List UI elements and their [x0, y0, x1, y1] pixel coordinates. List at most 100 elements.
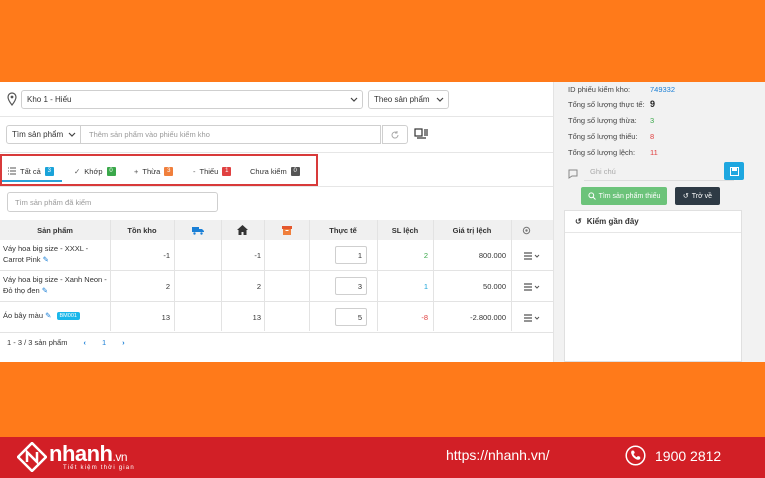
back-label: Trở về: [691, 192, 713, 200]
mode-select-value: Theo sản phẩm: [374, 95, 430, 104]
header-shipping: [174, 220, 221, 240]
brand-logo-text: nhanh.vn: [49, 441, 127, 467]
header-settings[interactable]: [511, 220, 541, 240]
diff-amount: -2.800.000: [470, 313, 506, 322]
diff-value: 1: [423, 282, 428, 291]
search-type-value: Tìm sản phẩm: [12, 130, 64, 139]
list-icon: [8, 167, 16, 175]
gear-icon: [522, 226, 530, 234]
barcode-scan-icon[interactable]: [414, 127, 428, 141]
menu-dropdown-icon[interactable]: [524, 282, 540, 292]
chevron-down-icon: [68, 132, 76, 137]
history-icon: ↺: [575, 217, 582, 226]
header-product: Sản phẩm: [37, 225, 73, 235]
header-store: [221, 220, 264, 240]
save-button[interactable]: [724, 162, 744, 180]
diff-value: 2: [423, 251, 428, 260]
note-input[interactable]: Ghi chú: [590, 167, 616, 176]
warehouse-select-value: Kho 1 - Hiếu: [27, 95, 72, 104]
brand-tagline: Tiết kiệm thời gian: [63, 465, 135, 471]
header-stock: Tồn kho: [127, 225, 157, 235]
minus-icon: -: [193, 166, 196, 176]
diff-amount: 800.000: [478, 251, 506, 260]
product-name[interactable]: Áo bây màu ✎ BM001: [3, 311, 108, 321]
tab-missing-count: 1: [222, 166, 232, 176]
search-type-select[interactable]: Tìm sản phẩm: [6, 125, 81, 144]
header-box: [264, 220, 309, 240]
store-value: -1: [254, 251, 261, 260]
tab-surplus[interactable]: + Thừa 3: [134, 164, 174, 178]
diff-value: -8: [421, 313, 428, 322]
actual-qty-input[interactable]: 1: [335, 246, 367, 264]
tab-unchecked[interactable]: Chưa kiểm 0: [250, 164, 300, 178]
page-number-button[interactable]: 1: [102, 338, 106, 347]
mode-select[interactable]: Theo sản phẩm: [368, 90, 449, 109]
product-name[interactable]: Váy hoa big size - XXXL - Carrot Pink ✎: [3, 243, 108, 265]
actual-qty-input[interactable]: 3: [335, 277, 367, 295]
back-button[interactable]: ↺ Trở về: [675, 187, 720, 205]
header-value: Giá trị lệch: [452, 225, 492, 235]
pencil-icon[interactable]: ✎: [43, 255, 49, 264]
nhanh-logo-icon: [17, 442, 47, 472]
tab-all[interactable]: Tất cả 3: [8, 164, 54, 178]
pagination-summary: 1 - 3 / 3 sản phẩm: [7, 338, 68, 347]
warehouse-select[interactable]: Kho 1 - Hiếu: [21, 90, 363, 109]
tab-matched-label: Khớp: [84, 166, 103, 176]
app-screen: Kho 1 - Hiếu Theo sản phẩm Tìm sản phẩm …: [0, 82, 765, 362]
checked-search-placeholder: Tìm sản phẩm đã kiểm: [15, 197, 92, 207]
divider: [0, 152, 553, 153]
hotline-number[interactable]: 1900 2812: [655, 448, 721, 464]
menu-dropdown-icon[interactable]: [524, 313, 540, 323]
summary-panel: ID phiếu kiểm kho: 749332 Tổng số lượng …: [553, 82, 765, 362]
active-tab-indicator: [2, 180, 62, 182]
stock-value: -1: [163, 251, 170, 260]
table-row: Áo bây màu ✎ BM001 13 13 5 -8 -2.800.000: [0, 302, 553, 333]
stat-id-value[interactable]: 749332: [650, 85, 675, 94]
tab-missing[interactable]: - Thiếu 1: [193, 164, 232, 178]
tab-unchecked-label: Chưa kiểm: [250, 166, 287, 176]
stock-value: 13: [161, 313, 170, 322]
tab-surplus-count: 3: [164, 166, 174, 176]
table-row: Váy hoa big size - Xanh Neon - Đỏ thọ đe…: [0, 271, 553, 302]
refresh-button[interactable]: [382, 125, 408, 144]
checked-product-search-input[interactable]: Tìm sản phẩm đã kiểm: [7, 192, 218, 212]
product-name[interactable]: Váy hoa big size - Xanh Neon - Đỏ thọ đe…: [3, 274, 108, 296]
table-header: Sản phẩm Tồn kho Thực tế SL lệch Giá trị…: [0, 220, 553, 240]
inventory-check-panel: Kho 1 - Hiếu Theo sản phẩm Tìm sản phẩm …: [0, 82, 553, 362]
stat-missing-label: Tổng số lượng thiếu:: [568, 132, 638, 141]
note-icon: [568, 169, 578, 179]
pencil-icon[interactable]: ✎: [42, 286, 48, 295]
diff-amount: 50.000: [483, 282, 506, 291]
website-link[interactable]: https://nhanh.vn/: [446, 447, 550, 463]
stat-actual-label: Tổng số lượng thực tế:: [568, 100, 645, 109]
chevron-down-icon: [350, 97, 358, 102]
undo-icon: ↺: [682, 193, 689, 200]
next-page-button[interactable]: ›: [122, 338, 125, 347]
box-icon: [281, 225, 292, 235]
home-icon: [237, 225, 248, 235]
find-missing-label: Tìm sản phẩm thiếu: [598, 192, 661, 200]
brand-name: nhanh: [49, 441, 113, 466]
tab-all-count: 3: [44, 166, 54, 176]
tab-matched[interactable]: ✓ Khớp 0: [74, 164, 116, 178]
pencil-icon[interactable]: ✎: [45, 311, 51, 320]
divider: [0, 116, 553, 117]
truck-icon: [191, 226, 204, 235]
actual-qty-input[interactable]: 5: [335, 308, 367, 326]
tab-matched-count: 0: [106, 166, 116, 176]
footer-bar: nhanh.vn Tiết kiệm thời gian https://nha…: [0, 437, 765, 478]
sku-badge: BM001: [56, 312, 80, 321]
search-icon: [587, 192, 596, 200]
bottom-banner: [0, 362, 765, 437]
find-missing-button[interactable]: Tìm sản phẩm thiếu: [581, 187, 667, 205]
stat-diff-label: Tổng số lượng lệch:: [568, 148, 636, 157]
recent-checks-panel: ↺ Kiểm gần đây: [564, 210, 742, 362]
table-row: Váy hoa big size - XXXL - Carrot Pink ✎ …: [0, 240, 553, 271]
stat-missing-value: 8: [650, 132, 655, 141]
recent-checks-header: ↺ Kiểm gần đây: [565, 211, 741, 233]
prev-page-button[interactable]: ‹: [83, 338, 86, 347]
check-icon: ✓: [74, 166, 81, 176]
top-banner: [0, 0, 765, 82]
product-search-input[interactable]: Thêm sản phẩm vào phiếu kiểm kho: [81, 125, 381, 144]
menu-dropdown-icon[interactable]: [524, 251, 540, 261]
